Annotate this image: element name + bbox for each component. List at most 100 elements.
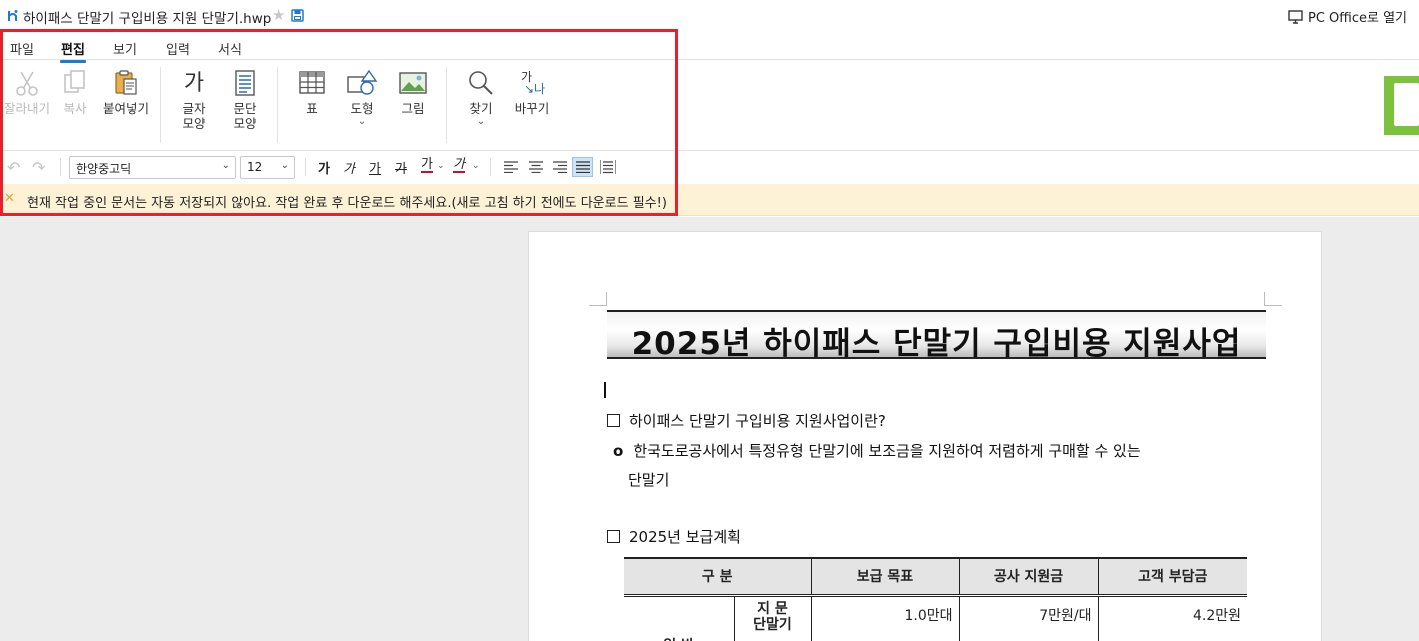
format-toolbar: ↶ ↷ 한양중고딕 ⌄ 12 ⌄ 가 가 가 가 가 ⌄ 가 ⌄ [0, 152, 1419, 182]
table-header-cell: 구 분 [624, 557, 811, 596]
picture-button[interactable]: 그림 [397, 69, 429, 116]
table-button[interactable]: 표 [296, 69, 328, 116]
section1-body: o 한국도로공사에서 특정유형 단말기에 보조금을 지원하여 저렴하게 구매할 수… [613, 440, 1141, 461]
font-size-value: 12 [247, 160, 263, 174]
title-bar: 하이패스 단말기 구입비용 지원 단말기.hwp ★ PC Office로 열기 [0, 0, 1419, 32]
shape-button[interactable]: 도형 ⌄ [344, 69, 380, 127]
search-icon [469, 71, 493, 95]
find-label: 찾기 [469, 101, 493, 116]
align-right-button[interactable] [549, 157, 570, 177]
document-title: 하이패스 단말기 구입비용 지원 단말기.hwp [23, 11, 272, 27]
table-cell: 1.0만대 [810, 593, 959, 641]
monitor-icon [1288, 9, 1303, 24]
chevron-down-icon[interactable]: ⌄ [437, 161, 445, 171]
para-shape-label-2: 모양 [233, 116, 257, 131]
undo-icon[interactable]: ↶ [7, 158, 20, 177]
align-left-button[interactable] [500, 157, 521, 177]
align-center-button[interactable] [525, 157, 546, 177]
align-justify-icon [575, 161, 590, 173]
align-distribute-button[interactable] [597, 157, 618, 177]
table-cell-category: 일 반 [624, 593, 734, 641]
char-shape-label-1: 글자 [182, 101, 206, 116]
underline-button[interactable]: 가 [369, 158, 381, 177]
section2-title: 2025년 보급계획 [607, 526, 741, 547]
hancom-logo-icon [8, 10, 18, 21]
char-shape-button[interactable]: 가 글자 모양 [178, 69, 210, 131]
page-thumbnail[interactable] [1384, 76, 1419, 135]
chevron-down-icon: ⌄ [357, 116, 367, 127]
ribbon-divider [446, 67, 447, 143]
font-size-select[interactable]: 12 ⌄ [240, 156, 295, 179]
para-shape-button[interactable]: 문단 모양 [229, 69, 261, 131]
scissors-icon [16, 71, 38, 96]
table-cell: 7만원/대 [958, 593, 1098, 641]
star-icon[interactable]: ★ [272, 6, 285, 24]
distribution-plan-table: 구 분 보급 목표 공사 지원금 고객 부담금 일 반 지 문 단말기 1.0만… [624, 557, 1247, 641]
pc-office-open-button[interactable]: PC Office로 열기 [1288, 7, 1407, 26]
margin-mark [1264, 292, 1282, 306]
strikethrough-button[interactable]: 가 [395, 158, 407, 177]
ribbon-divider [277, 67, 278, 143]
square-bullet-icon [607, 414, 620, 427]
replace-icon-bottom: ↘나 [524, 82, 546, 96]
table-cell: 4.2만원 [1097, 593, 1247, 641]
close-icon[interactable]: ✕ [4, 191, 15, 206]
table-icon [299, 71, 325, 94]
font-color-button[interactable]: 가 [421, 158, 433, 173]
clipboard-icon [115, 70, 137, 95]
bold-button[interactable]: 가 [318, 158, 330, 177]
save-icon[interactable] [291, 9, 304, 22]
chevron-down-icon: ⌄ [280, 160, 289, 171]
chevron-down-icon: ⌄ [476, 116, 486, 127]
paste-button[interactable]: 붙여넣기 [100, 69, 152, 116]
italic-button[interactable]: 가 [343, 158, 355, 177]
tab-view[interactable]: 보기 [113, 39, 137, 58]
cut-button[interactable]: 잘라내기 [4, 69, 50, 116]
font-name-select[interactable]: 한양중고딕 ⌄ [69, 156, 236, 179]
ribbon-toolbar: 잘라내기 복사 붙여넣기 가 글자 모양 문단 모양 표 도형 ⌄ 그림 찾기 … [0, 61, 1419, 151]
text-cursor [604, 382, 606, 398]
align-justify-button[interactable] [572, 157, 593, 177]
margin-mark [589, 292, 607, 306]
tab-insert[interactable]: 입력 [166, 39, 190, 58]
replace-label: 바꾸기 [514, 101, 550, 116]
find-button[interactable]: 찾기 ⌄ [465, 69, 497, 127]
autosave-warning-bar: ✕ 현재 작업 중인 문서는 자동 저장되지 않아요. 작업 완료 후 다운로드… [0, 184, 1419, 216]
highlight-color-button[interactable]: 가 [453, 158, 465, 173]
para-shape-label-1: 문단 [233, 101, 257, 116]
paste-label: 붙여넣기 [102, 101, 149, 116]
menu-tabs: 파일 편집 보기 입력 서식 [0, 34, 1419, 63]
tab-format[interactable]: 서식 [218, 39, 242, 58]
round-bullet: o [613, 442, 624, 460]
align-center-icon [528, 161, 543, 173]
shape-label: 도형 [350, 101, 374, 116]
table-label: 표 [306, 101, 318, 116]
toolbar-divider [305, 158, 306, 176]
copy-label: 복사 [63, 101, 87, 116]
cut-label: 잘라내기 [4, 101, 51, 116]
picture-label: 그림 [401, 101, 425, 116]
char-shape-icon: 가 [183, 71, 205, 96]
redo-icon[interactable]: ↷ [32, 158, 45, 177]
document-canvas[interactable]: 2025년 하이패스 단말기 구입비용 지원사업 하이패스 단말기 구입비용 지… [0, 217, 1419, 641]
doc-heading: 2025년 하이패스 단말기 구입비용 지원사업 [631, 326, 1242, 362]
document-page[interactable]: 2025년 하이패스 단말기 구입비용 지원사업 하이패스 단말기 구입비용 지… [528, 231, 1322, 641]
align-left-icon [503, 161, 518, 173]
section2-title-text: 2025년 보급계획 [629, 528, 741, 546]
paragraph-doc-icon [235, 70, 255, 96]
tab-file[interactable]: 파일 [10, 39, 34, 58]
replace-button[interactable]: 가 ↘나 바꾸기 [510, 69, 554, 116]
align-right-icon [552, 161, 567, 173]
font-name-value: 한양중고딕 [76, 162, 132, 176]
copy-button[interactable]: 복사 [56, 69, 94, 116]
char-shape-label-2: 모양 [182, 116, 206, 131]
tab-edit[interactable]: 편집 [60, 39, 86, 63]
warning-message: 현재 작업 중인 문서는 자동 저장되지 않아요. 작업 완료 후 다운로드 해… [27, 196, 667, 211]
align-distribute-icon [599, 160, 616, 174]
toolbar-divider [490, 158, 491, 176]
replace-icon: 가 ↘나 [517, 69, 547, 101]
chevron-down-icon[interactable]: ⌄ [472, 161, 480, 171]
section1-title: 하이패스 단말기 구입비용 지원사업이란? [607, 410, 886, 431]
pc-office-label: PC Office로 열기 [1307, 11, 1407, 26]
table-header-row: 구 분 보급 목표 공사 지원금 고객 부담금 [624, 557, 1247, 596]
